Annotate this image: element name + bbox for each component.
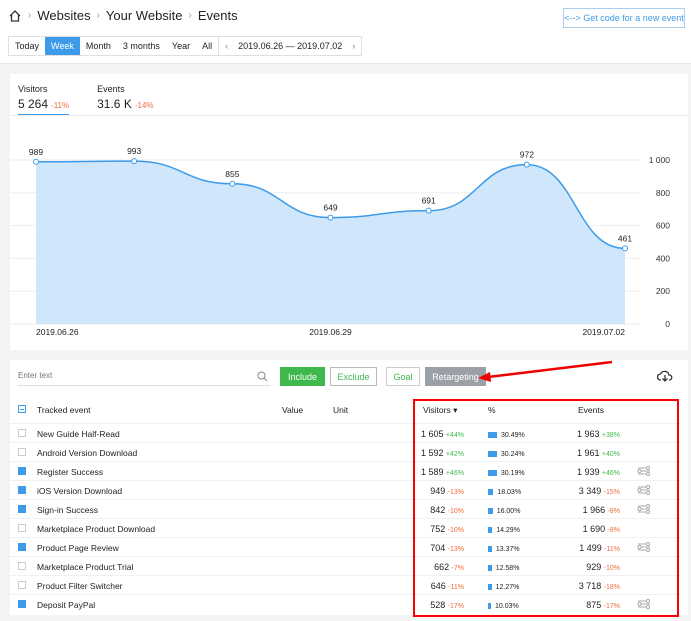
annotation-arrow — [478, 360, 613, 382]
